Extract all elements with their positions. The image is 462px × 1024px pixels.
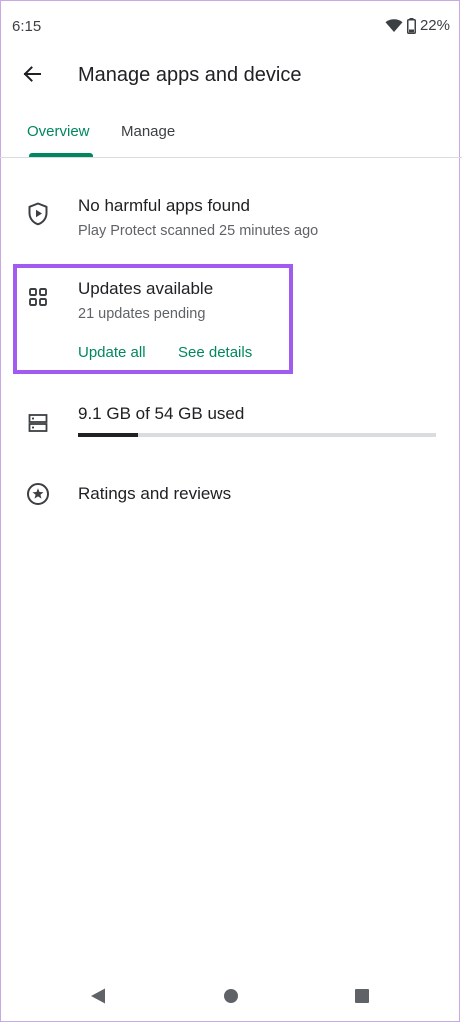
storage-progress-fill <box>78 433 139 437</box>
storage-usage-text: 9.1 GB of 54 GB used <box>78 404 245 423</box>
nav-recents-icon[interactable] <box>352 986 372 1006</box>
storage-row[interactable]: 9.1 GB of 54 GB used <box>0 398 462 448</box>
arrow-back-icon <box>22 64 42 89</box>
status-icons: 22% <box>385 17 450 34</box>
tab-indicator <box>29 153 93 157</box>
update-all-button[interactable]: Update all <box>78 344 146 361</box>
star-circle-icon <box>26 482 50 506</box>
see-details-button[interactable]: See details <box>178 344 252 361</box>
updates-subtitle: 21 updates pending <box>78 306 206 322</box>
page-title: Manage apps and device <box>78 64 302 86</box>
apps-grid-icon <box>26 285 50 309</box>
updates-title: Updates available <box>78 279 214 298</box>
app-bar: Manage apps and device <box>0 54 462 98</box>
play-protect-row[interactable]: No harmful apps found Play Protect scann… <box>0 190 462 250</box>
shield-play-icon <box>26 202 50 226</box>
storage-progress-bar <box>78 433 436 437</box>
wifi-icon <box>385 18 403 33</box>
play-protect-subtitle: Play Protect scanned 25 minutes ago <box>78 223 319 239</box>
tab-overview[interactable]: Overview <box>27 123 90 140</box>
nav-back-icon[interactable] <box>88 986 108 1006</box>
storage-icon <box>26 411 50 435</box>
status-bar: 6:15 22% <box>0 0 462 54</box>
ratings-reviews-label: Ratings and reviews <box>78 484 232 503</box>
tab-manage[interactable]: Manage <box>121 123 175 140</box>
play-protect-title: No harmful apps found <box>78 196 250 215</box>
updates-row[interactable]: Updates available 21 updates pending Upd… <box>0 276 462 366</box>
back-button[interactable] <box>18 62 46 90</box>
ratings-reviews-row[interactable]: Ratings and reviews <box>0 478 462 514</box>
battery-icon <box>406 17 416 34</box>
status-time: 6:15 <box>12 18 42 35</box>
system-nav-bar <box>0 968 462 1024</box>
battery-percent: 22% <box>419 17 450 34</box>
tab-bar: Overview Manage <box>0 110 462 158</box>
nav-home-icon[interactable] <box>221 986 241 1006</box>
